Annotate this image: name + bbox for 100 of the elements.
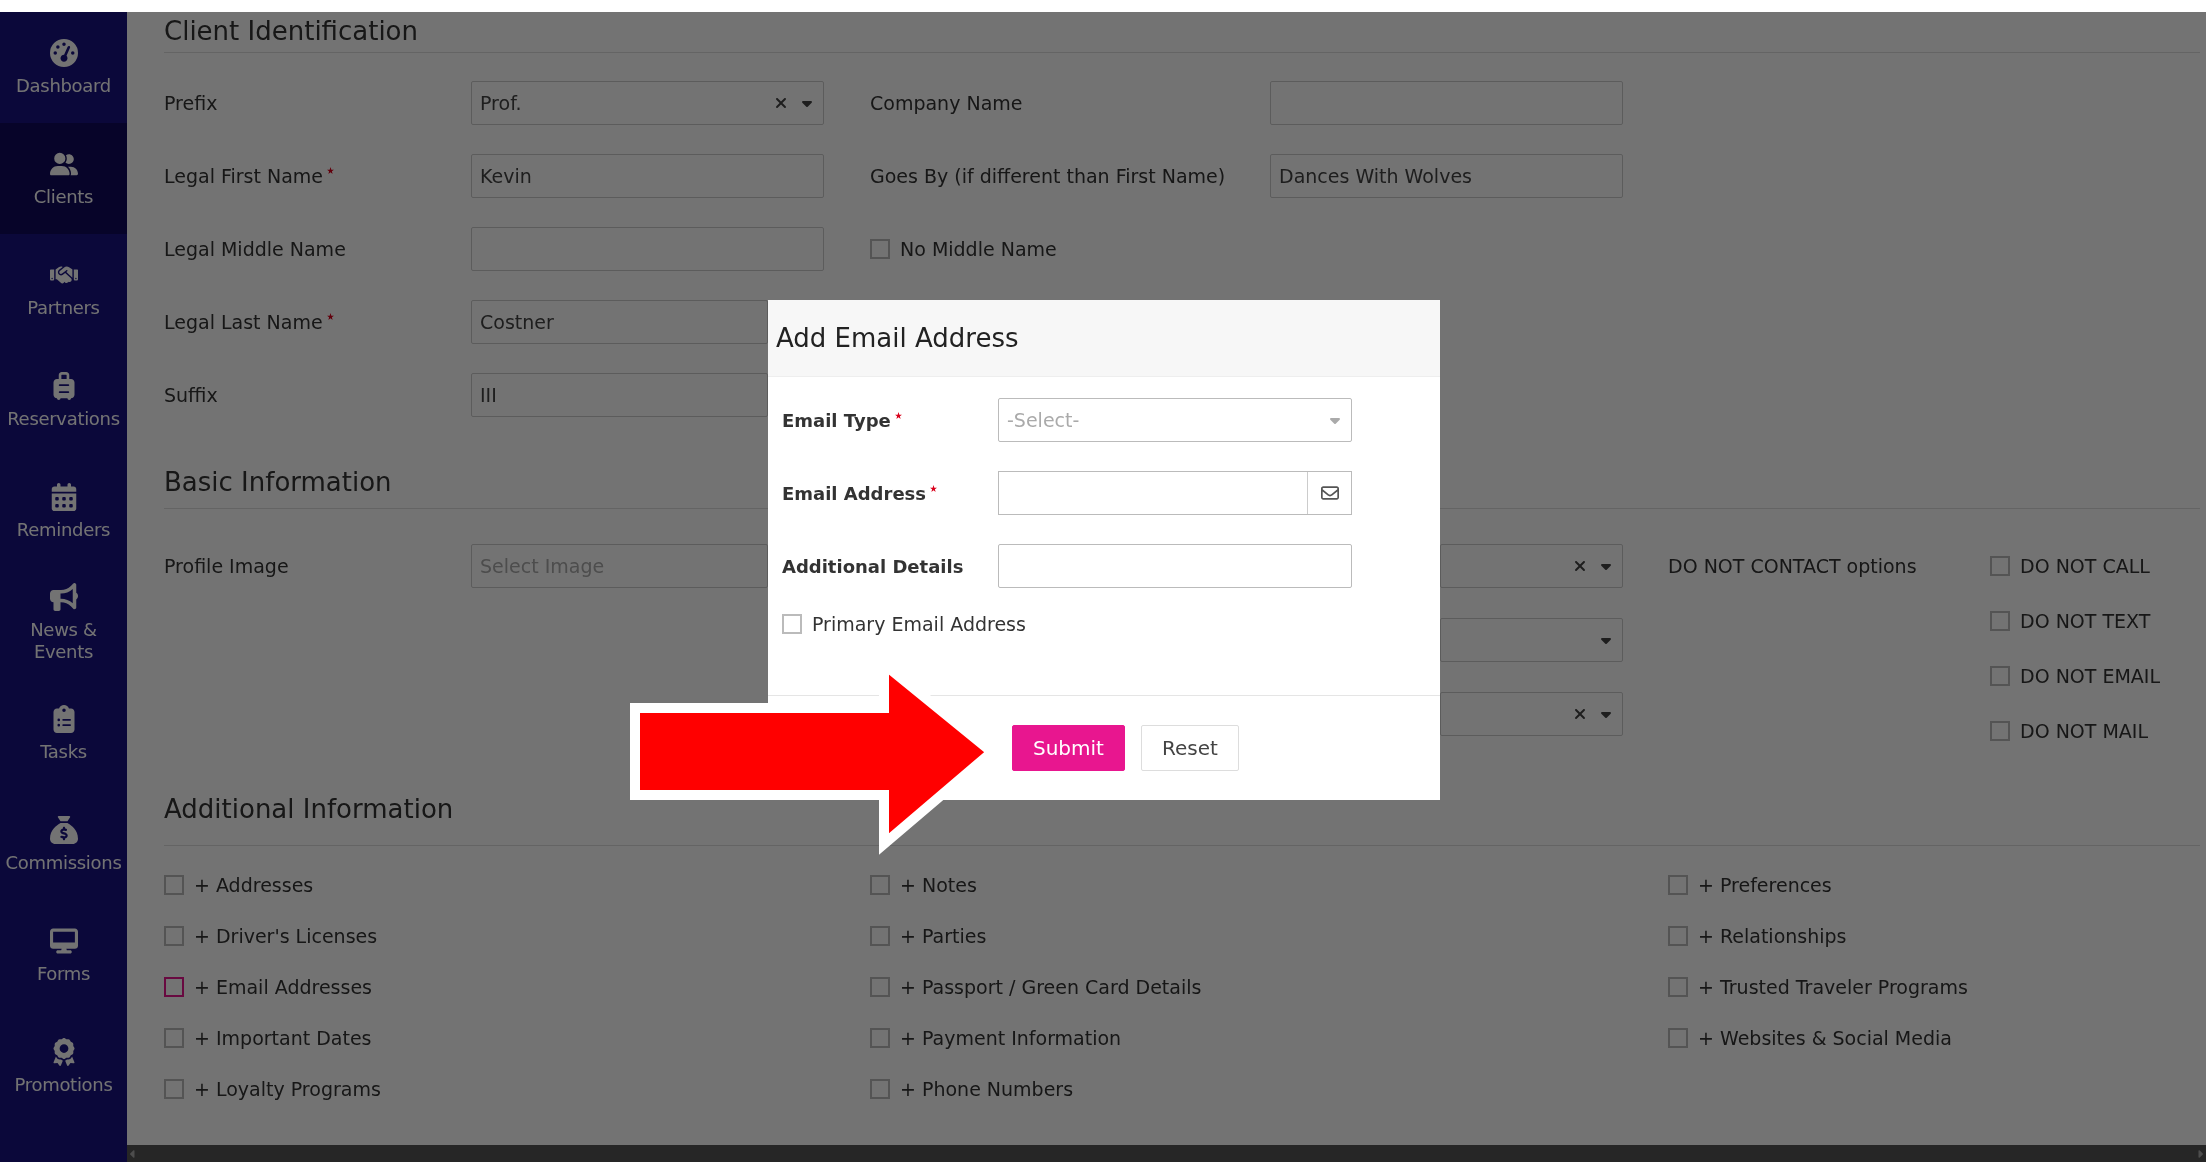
clear-icon[interactable] [773,95,789,111]
sidebar-item[interactable]: Reservations [0,345,127,456]
checkbox[interactable]: + Phone Numbers [870,1078,1668,1100]
checkbox-label: DO NOT TEXT [2020,610,2151,632]
clear-icon[interactable] [1572,706,1588,722]
checkbox-box[interactable] [164,1028,184,1048]
field-label: Profile Image [164,555,290,577]
checkbox[interactable]: + Parties [870,925,1668,947]
calendar-icon [49,482,78,511]
sidebar-item[interactable]: Tasks [0,678,127,789]
field-label: Legal Last Name [164,311,471,333]
sidebar-item[interactable]: Commissions [0,789,127,900]
select-field[interactable] [1440,692,1623,736]
checkbox-label: + Loyalty Programs [194,1078,381,1100]
field-label: Suffix [164,384,219,406]
section-heading: Client Identification [164,16,418,46]
checkbox-box[interactable] [164,875,184,895]
checkbox-box[interactable] [870,1028,890,1048]
field-label: Legal First Name [164,165,471,187]
checkbox[interactable]: + Websites & Social Media [1668,1027,2200,1049]
checkbox-box[interactable] [164,926,184,946]
checkbox-label: DO NOT EMAIL [2020,665,2161,687]
checkbox-label: + Payment Information [900,1027,1122,1049]
checkbox-label: + Driver's Licenses [194,925,378,947]
email-field[interactable] [998,471,1352,515]
checkbox-box[interactable] [1990,721,2010,741]
sidebar-item[interactable]: News & Events [0,567,127,678]
submit-button[interactable]: Submit [1012,725,1125,771]
required-icon [327,167,335,174]
checkbox[interactable]: + Important Dates [164,1027,870,1049]
checkbox[interactable]: DO NOT MAIL [1990,720,2161,742]
input-field[interactable]: Dances With Wolves [1270,154,1623,198]
sidebar-item[interactable]: Promotions [0,1011,127,1122]
checkbox-label: + Notes [900,874,977,896]
checkbox[interactable]: + Addresses [164,874,870,896]
megaphone-icon [49,582,78,611]
checkbox[interactable]: + Notes [870,874,1668,896]
checkbox[interactable]: + Trusted Traveler Programs [1668,976,2200,998]
checkbox[interactable]: + Driver's Licenses [164,925,870,947]
required-icon [930,484,938,492]
required-icon [894,411,902,419]
checkbox-label: + Addresses [194,874,314,896]
checkbox-box[interactable] [164,1079,184,1099]
select-field[interactable]: Prof. [471,81,824,125]
checkbox[interactable]: Primary Email Address [782,613,1352,635]
select-field[interactable]: -Select- [998,398,1352,442]
sidebar-item[interactable]: Reminders [0,456,127,567]
checkbox-label: + Phone Numbers [900,1078,1074,1100]
checkbox-label: DO NOT MAIL [2020,720,2149,742]
checkbox-label: + Parties [900,925,987,947]
checkbox-box[interactable] [870,1079,890,1099]
checkbox-label: DO NOT CALL [2020,555,2150,577]
monitor-icon [49,926,78,955]
checkbox-box[interactable] [870,977,890,997]
checkbox[interactable]: + Email Addresses [164,976,870,998]
modal-title: Add Email Address [768,300,1440,377]
checkbox-label: + Preferences [1698,874,1832,896]
field-label: Email Address [782,482,998,504]
money-bag-icon [49,815,78,844]
checkbox-box[interactable] [1990,556,2010,576]
checkbox[interactable]: + Passport / Green Card Details [870,976,1668,998]
checkbox[interactable]: + Loyalty Programs [164,1078,870,1100]
checkbox[interactable]: DO NOT TEXT [1990,610,2161,632]
input-field[interactable]: Costner [471,300,768,344]
sidebar-item[interactable]: Dashboard [0,12,127,123]
checkbox-box[interactable] [1668,1028,1688,1048]
checkbox-box[interactable] [164,977,184,997]
checkbox-box[interactable] [1668,926,1688,946]
gauge-icon [49,38,78,67]
reset-button[interactable]: Reset [1140,725,1239,771]
checkbox-box[interactable] [1668,977,1688,997]
field-label: Goes By (if different than First Name) [870,165,1227,187]
input-field[interactable] [998,544,1352,588]
sidebar-item[interactable]: Forms [0,900,127,1011]
checkbox-box[interactable] [1668,875,1688,895]
checkbox-box[interactable] [1990,666,2010,686]
section-heading: Basic Information [164,467,392,497]
select-field[interactable] [1440,544,1623,588]
checkbox[interactable]: + Payment Information [870,1027,1668,1049]
checkbox-label: No Middle Name [900,238,1057,260]
checkbox-label: + Trusted Traveler Programs [1698,976,1968,998]
section-heading: Additional Information [164,794,454,824]
checkbox-box[interactable] [870,239,890,259]
input-field[interactable]: III [471,373,768,417]
checkbox[interactable]: No Middle Name [870,238,1270,260]
select-field[interactable] [1440,618,1623,662]
clear-icon[interactable] [1572,558,1588,574]
checkbox-box[interactable] [870,926,890,946]
checkbox[interactable]: DO NOT CALL [1990,555,2161,577]
checkbox[interactable]: + Relationships [1668,925,2200,947]
input-field[interactable]: Kevin [471,154,824,198]
checkbox-box[interactable] [870,875,890,895]
checkbox-box[interactable] [1990,611,2010,631]
checkbox-box[interactable] [782,614,802,634]
sidebar-item[interactable]: Partners [0,234,127,345]
checkbox[interactable]: + Preferences [1668,874,2200,896]
sidebar-item[interactable]: Clients [0,123,127,234]
field-label: Company Name [870,92,1024,114]
checkbox[interactable]: DO NOT EMAIL [1990,665,2161,687]
horizontal-scrollbar[interactable] [127,1145,2206,1162]
